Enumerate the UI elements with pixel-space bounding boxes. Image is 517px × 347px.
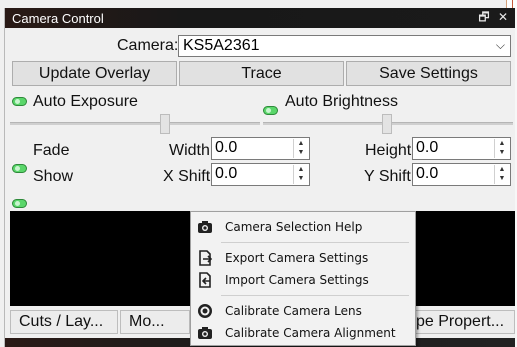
spin-down-icon[interactable]: ▼ (495, 148, 509, 157)
close-icon[interactable]: ✕ (496, 10, 510, 24)
import-icon (199, 272, 211, 288)
menu-item-export-camera-settings[interactable]: Export Camera Settings (191, 247, 413, 269)
yshift-value: 0.0 (416, 165, 439, 182)
save-settings-button[interactable]: Save Settings (346, 61, 511, 86)
restore-icon[interactable]: 🗗 (477, 10, 491, 24)
camera-select[interactable]: KS5A2361 ⌵ (178, 35, 511, 57)
height-label: Height (365, 142, 412, 159)
width-spinbox[interactable]: 0.0 ▲ ▼ (211, 137, 310, 160)
window-title: Camera Control (12, 11, 104, 26)
menu-separator (221, 242, 409, 243)
menu-item-label: Camera Selection Help (225, 220, 363, 234)
chevron-down-icon: ⌵ (495, 38, 505, 52)
height-spinbox[interactable]: 0.0 ▲ ▼ (412, 137, 511, 160)
exposure-slider-track[interactable] (10, 122, 260, 125)
fade-label[interactable]: Fade (33, 142, 69, 160)
spin-up-icon[interactable]: ▲ (294, 165, 308, 174)
camera-label: Camera: (117, 37, 179, 54)
xshift-spinbox[interactable]: 0.0 ▲ ▼ (211, 163, 310, 186)
context-menu: Camera Selection Help Export Camera Sett… (190, 211, 416, 346)
trace-button[interactable]: Trace (179, 61, 344, 86)
auto-exposure-led-icon[interactable] (12, 97, 27, 106)
menu-separator (221, 295, 409, 296)
auto-exposure-label[interactable]: Auto Exposure (33, 93, 138, 111)
menu-item-label: Import Camera Settings (225, 273, 369, 287)
spin-down-icon[interactable]: ▼ (294, 174, 308, 183)
auto-brightness-label[interactable]: Auto Brightness (285, 93, 398, 111)
tab-shape-properties[interactable]: pe Propert... (415, 310, 515, 334)
menu-item-camera-selection-help[interactable]: Camera Selection Help (191, 216, 413, 238)
exposure-slider-thumb[interactable] (160, 114, 170, 134)
update-overlay-button[interactable]: Update Overlay (12, 61, 177, 86)
show-led-icon[interactable] (12, 199, 27, 208)
title-bar[interactable]: Camera Control 🗗 ✕ (5, 8, 515, 28)
menu-item-label: Calibrate Camera Alignment (225, 326, 396, 340)
tab-cuts-layers[interactable]: Cuts / Lay... (10, 310, 118, 334)
height-value: 0.0 (416, 139, 439, 156)
menu-item-calibrate-camera-lens[interactable]: Calibrate Camera Lens (191, 300, 413, 322)
show-label[interactable]: Show (33, 168, 73, 186)
yshift-label: Y Shift (364, 168, 411, 185)
camera-icon (198, 221, 212, 233)
spin-up-icon[interactable]: ▲ (495, 139, 509, 148)
spin-down-icon[interactable]: ▼ (495, 174, 509, 183)
xshift-value: 0.0 (215, 165, 238, 182)
fade-led-icon[interactable] (12, 164, 27, 173)
menu-item-calibrate-camera-alignment[interactable]: Calibrate Camera Alignment (191, 322, 413, 344)
menu-item-import-camera-settings[interactable]: Import Camera Settings (191, 269, 413, 291)
width-spin-arrows[interactable]: ▲ ▼ (293, 139, 308, 158)
spin-up-icon[interactable]: ▲ (294, 139, 308, 148)
auto-brightness-led-icon[interactable] (263, 106, 278, 115)
xshift-spin-arrows[interactable]: ▲ ▼ (293, 165, 308, 184)
export-icon (199, 250, 213, 266)
yshift-spin-arrows[interactable]: ▲ ▼ (494, 165, 509, 184)
tab-mo[interactable]: Mo... (120, 310, 190, 334)
menu-item-label: Calibrate Camera Lens (225, 304, 362, 318)
spin-up-icon[interactable]: ▲ (495, 165, 509, 174)
width-value: 0.0 (215, 139, 238, 156)
spin-down-icon[interactable]: ▼ (294, 148, 308, 157)
brightness-slider-thumb[interactable] (382, 114, 392, 134)
camera-select-value: KS5A2361 (183, 37, 260, 54)
camera-icon (198, 327, 212, 339)
height-spin-arrows[interactable]: ▲ ▼ (494, 139, 509, 158)
xshift-label: X Shift (163, 168, 211, 185)
yshift-spinbox[interactable]: 0.0 ▲ ▼ (412, 163, 511, 186)
width-label: Width (169, 142, 210, 159)
menu-item-label: Export Camera Settings (225, 251, 369, 265)
lens-icon (198, 304, 212, 318)
